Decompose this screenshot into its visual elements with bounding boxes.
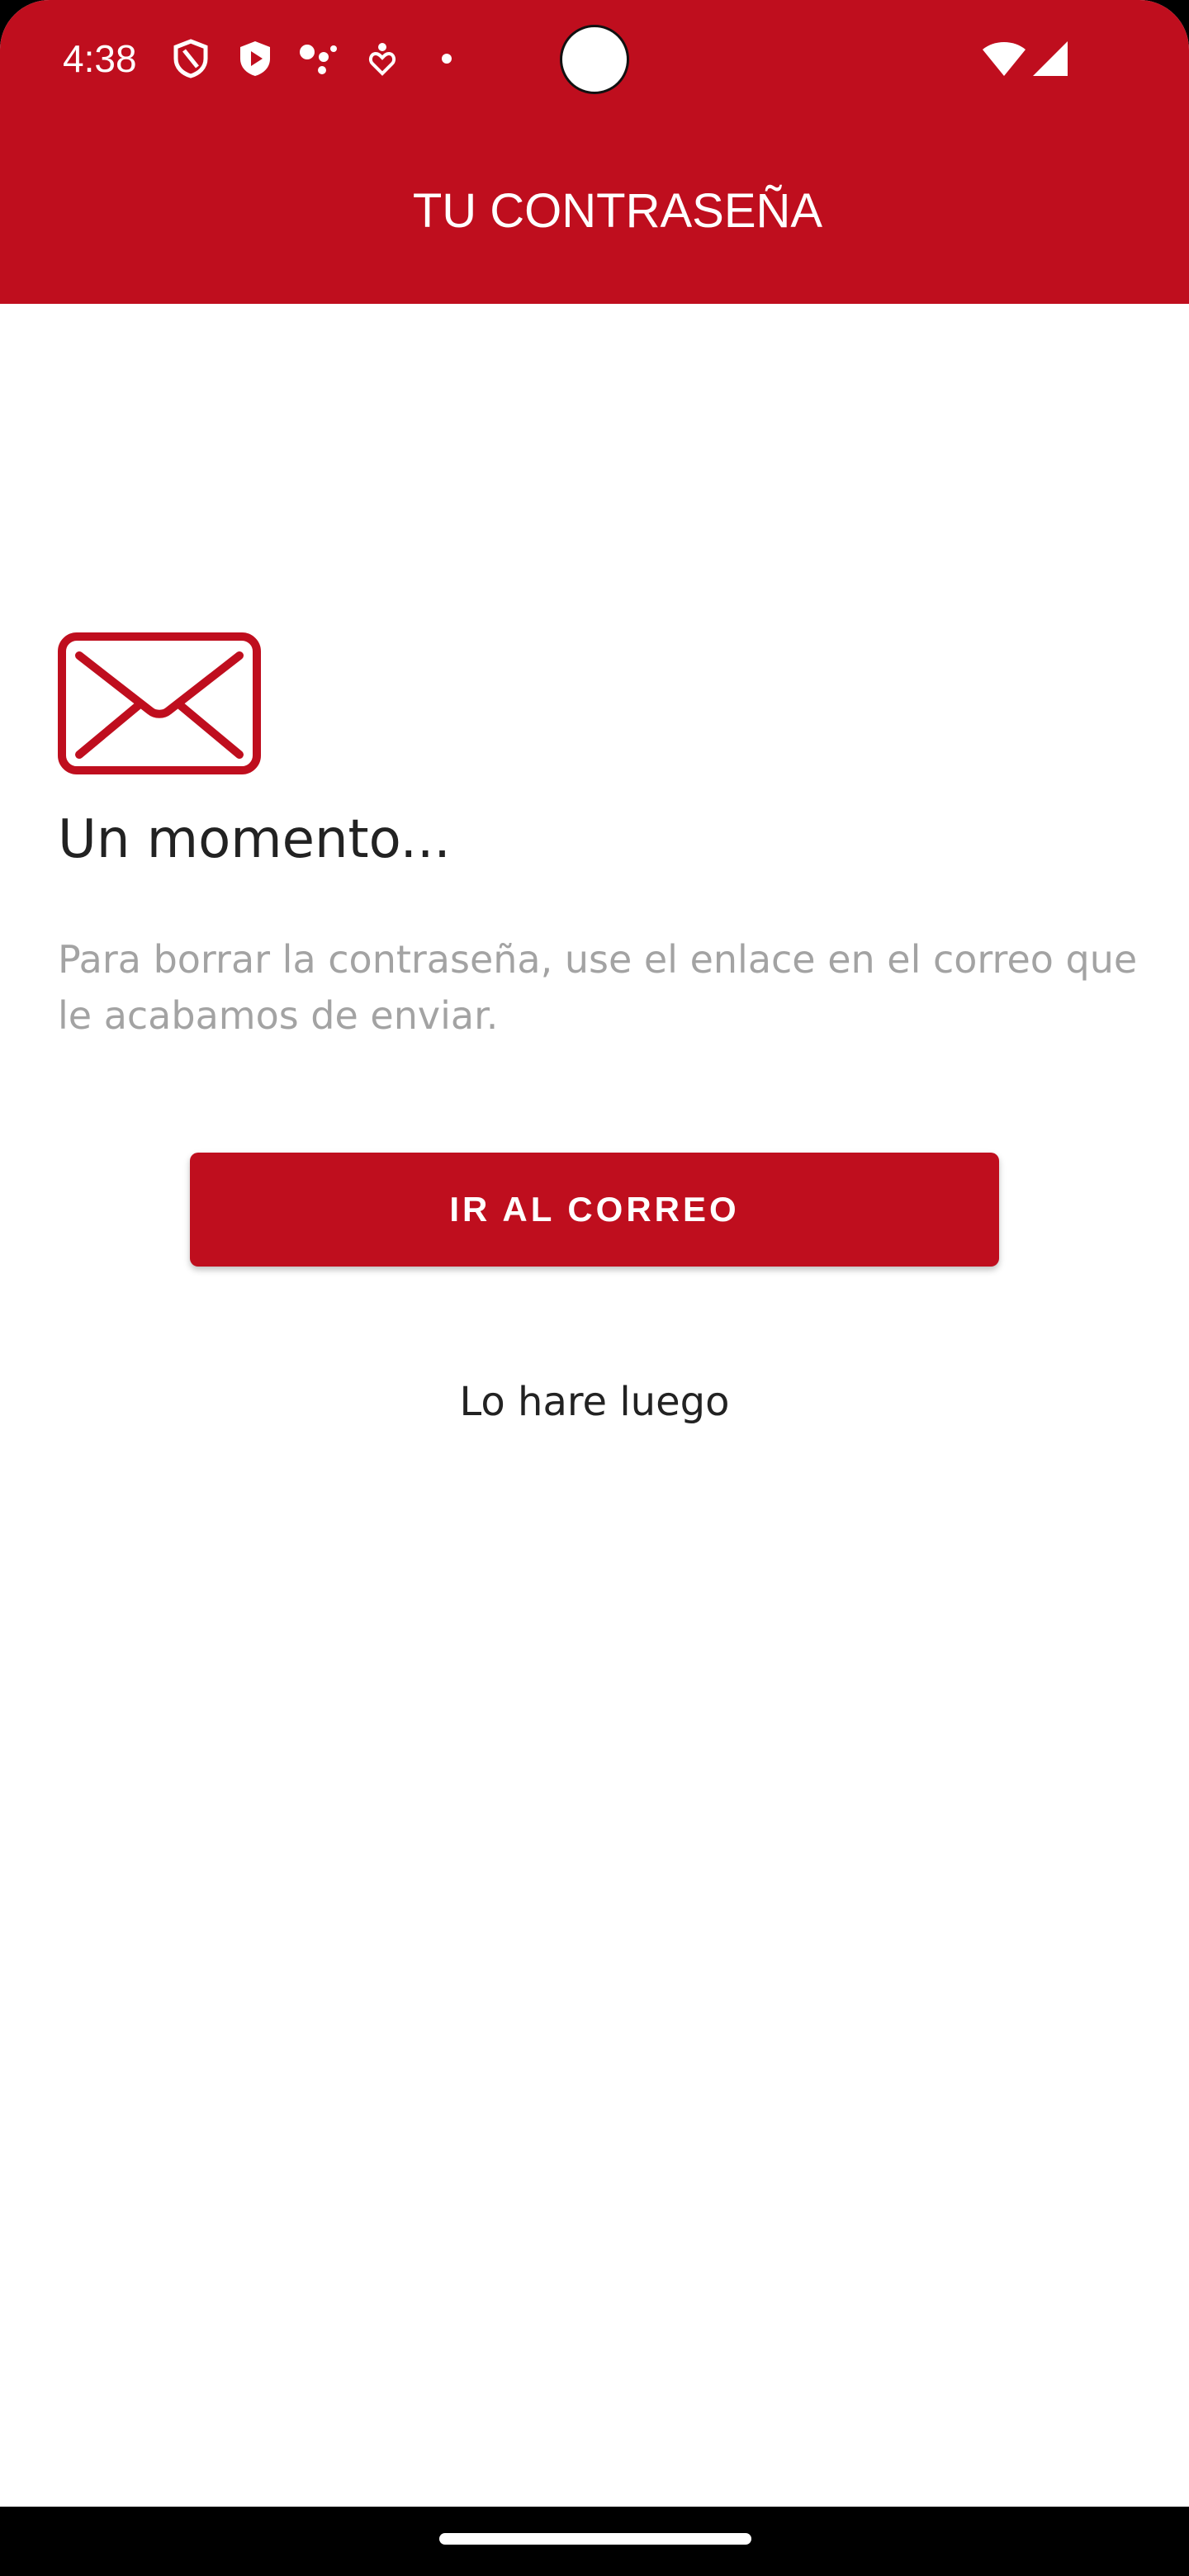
shield-play-icon — [234, 38, 276, 79]
camera-cutout — [560, 25, 629, 94]
navigation-bar — [0, 2507, 1189, 2576]
cellular-signal-icon — [1029, 38, 1070, 79]
dot-icon — [426, 38, 467, 79]
heading: Un momento... — [58, 809, 451, 870]
header: 4:38 TU CONTRASEÑA — [0, 0, 1189, 304]
description-text: Para borrar la contraseña, use el enlace… — [58, 937, 1138, 1038]
home-indicator[interactable] — [439, 2533, 751, 2545]
status-time: 4:38 — [63, 37, 137, 80]
heart-pin-icon — [362, 38, 403, 79]
wifi-icon — [981, 38, 1027, 79]
page-title: TU CONTRASEÑA — [412, 184, 823, 238]
status-bar: 4:38 — [0, 0, 1189, 121]
go-to-email-button[interactable]: IR AL CORREO — [190, 1153, 999, 1267]
dots-cluster-icon — [297, 38, 339, 79]
screen: 4:38 TU CONTRASEÑA Un momento... Para bo… — [0, 0, 1189, 2576]
do-it-later-link[interactable]: Lo hare luego — [0, 1379, 1189, 1425]
shield-outline-icon — [170, 38, 211, 79]
envelope-icon — [58, 632, 261, 774]
